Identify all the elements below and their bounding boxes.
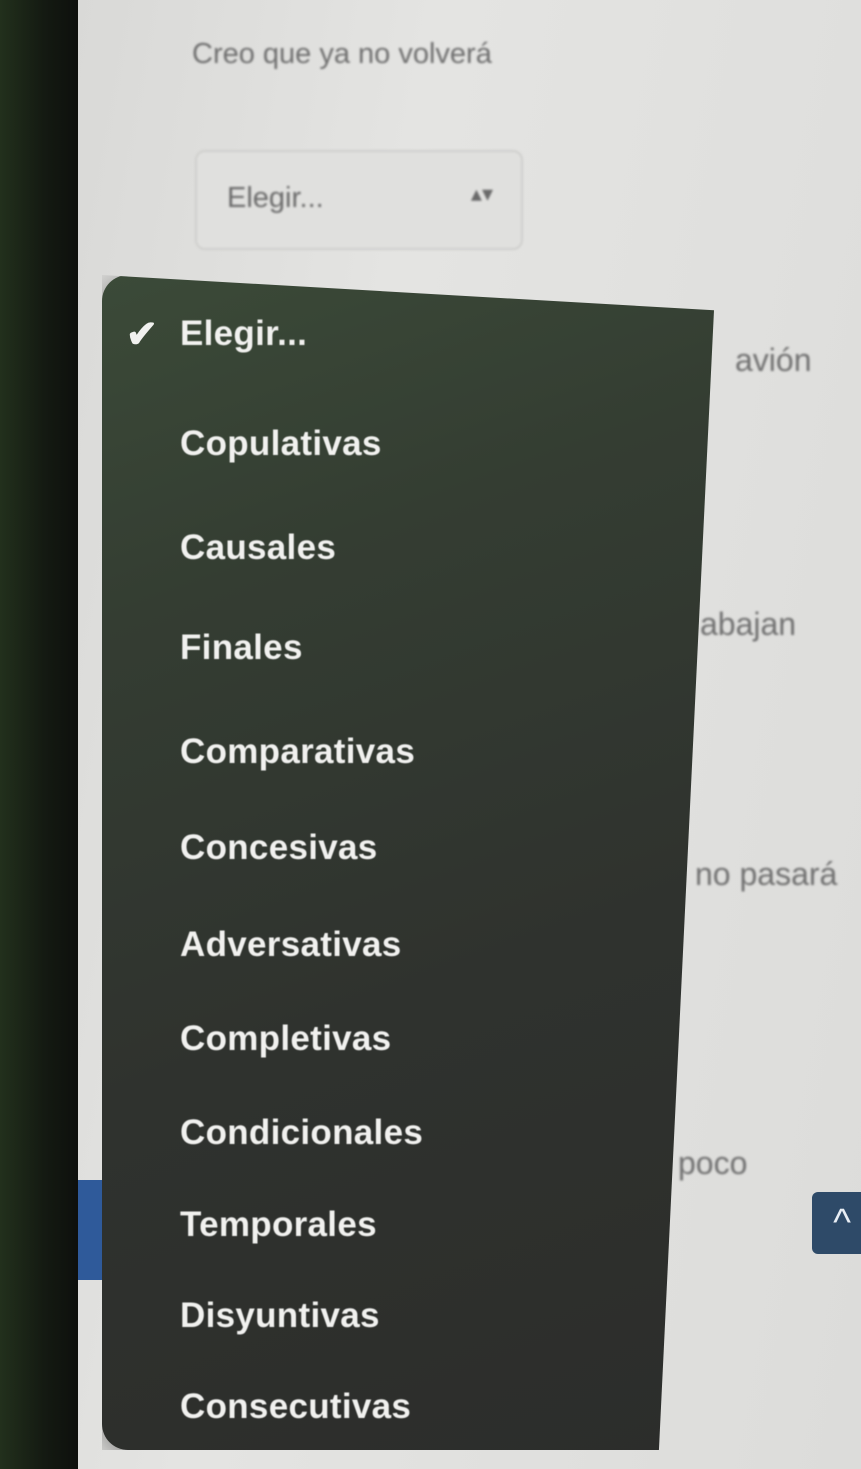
background-text-fragment: avión (735, 342, 812, 378)
answer-select[interactable]: Elegir... ▴▾ (195, 150, 523, 250)
scroll-to-top-button[interactable]: ^ (812, 1192, 861, 1254)
option-elegir[interactable]: Elegir... (180, 314, 307, 354)
option-finales[interactable]: Finales (180, 628, 303, 668)
background-text-fragment: poco (678, 1145, 748, 1181)
option-causales[interactable]: Causales (180, 528, 336, 568)
option-disyuntivas[interactable]: Disyuntivas (180, 1296, 380, 1336)
option-copulativas[interactable]: Copulativas (180, 424, 382, 464)
background-text-fragment: no pasará (695, 856, 838, 892)
option-completivas[interactable]: Completivas (180, 1019, 391, 1059)
question-text: Creo que ya no volverá (192, 38, 492, 70)
device-bezel (0, 0, 80, 1469)
background-text-fragment: abajan (700, 606, 797, 642)
option-consecutivas[interactable]: Consecutivas (180, 1387, 411, 1427)
option-comparativas[interactable]: Comparativas (180, 732, 415, 772)
chevron-up-icon: ^ (833, 1201, 851, 1244)
option-adversativas[interactable]: Adversativas (180, 925, 402, 965)
option-condicionales[interactable]: Condicionales (180, 1113, 423, 1153)
select-arrows-icon: ▴▾ (470, 181, 493, 206)
select-value: Elegir... (227, 182, 324, 214)
option-temporales[interactable]: Temporales (180, 1205, 377, 1245)
checkmark-icon: ✔ (126, 314, 158, 356)
option-concesivas[interactable]: Concesivas (180, 828, 378, 868)
